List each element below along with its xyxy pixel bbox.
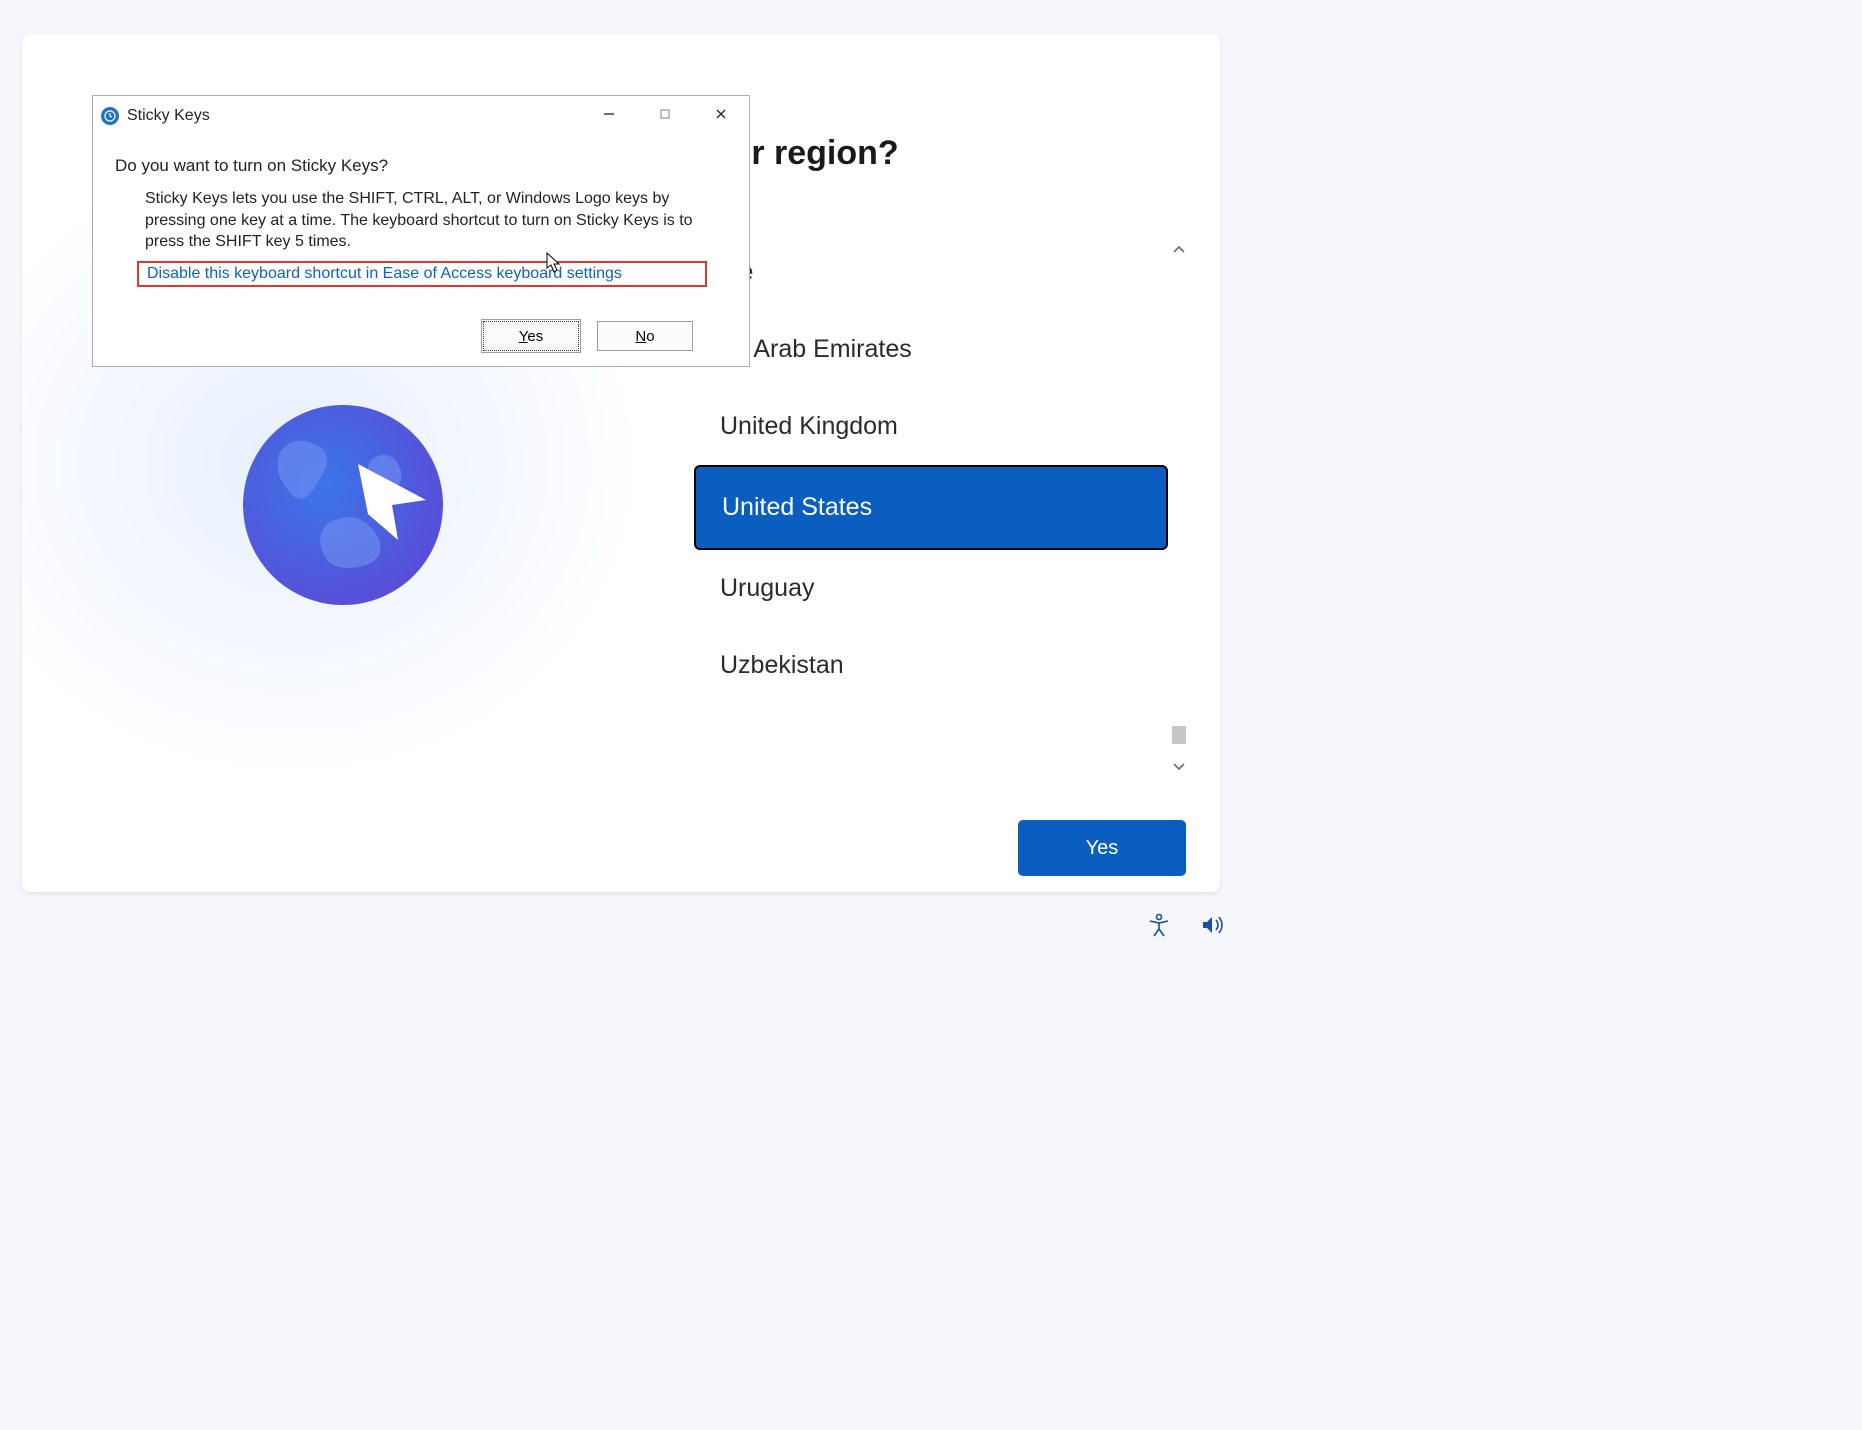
scroll-up-icon[interactable] [1170,240,1188,258]
scrollbar[interactable] [1170,240,1188,776]
dialog-question: Do you want to turn on Sticky Keys? [115,156,388,176]
country-label: United States [722,493,872,521]
scroll-down-icon[interactable] [1170,758,1188,776]
sticky-keys-dialog: Sticky Keys Do you want to turn on Stick… [92,95,750,367]
country-label: United Kingdom [720,412,898,440]
yes-rest: es [527,328,543,345]
country-label: Uzbekistan [720,651,844,679]
country-label: Uruguay [720,574,815,602]
no-rest: o [646,328,654,345]
list-item[interactable]: ine [694,234,1168,311]
close-button[interactable] [693,96,749,132]
list-item-selected[interactable]: United States [694,465,1168,550]
window-controls [581,96,749,132]
sticky-keys-icon [101,107,119,125]
volume-icon[interactable] [1200,912,1226,943]
no-button[interactable]: No [597,321,693,351]
globe-illustration [240,402,446,608]
dialog-title: Sticky Keys [127,107,210,125]
country-list: ine ed Arab Emirates United Kingdom Unit… [694,234,1188,784]
list-item[interactable]: Uzbekistan [694,627,1168,704]
maximize-button[interactable] [637,96,693,132]
confirm-button[interactable]: Yes [1018,820,1186,876]
accessibility-icon[interactable] [1146,912,1172,943]
list-item[interactable]: ed Arab Emirates [694,311,1168,388]
list-item[interactable]: Uruguay [694,550,1168,627]
disable-shortcut-link[interactable]: Disable this keyboard shortcut in Ease o… [147,265,622,283]
list-item[interactable]: United Kingdom [694,388,1168,465]
no-hotkey: N [635,328,646,345]
dialog-body: Sticky Keys lets you use the SHIFT, CTRL… [145,188,723,253]
minimize-button[interactable] [581,96,637,132]
yes-button[interactable]: Yes [483,321,579,351]
scroll-thumb[interactable] [1172,726,1186,744]
dialog-buttons: Yes No [483,321,693,351]
highlight-box: Disable this keyboard shortcut in Ease o… [137,261,707,287]
system-tray [1146,912,1226,943]
